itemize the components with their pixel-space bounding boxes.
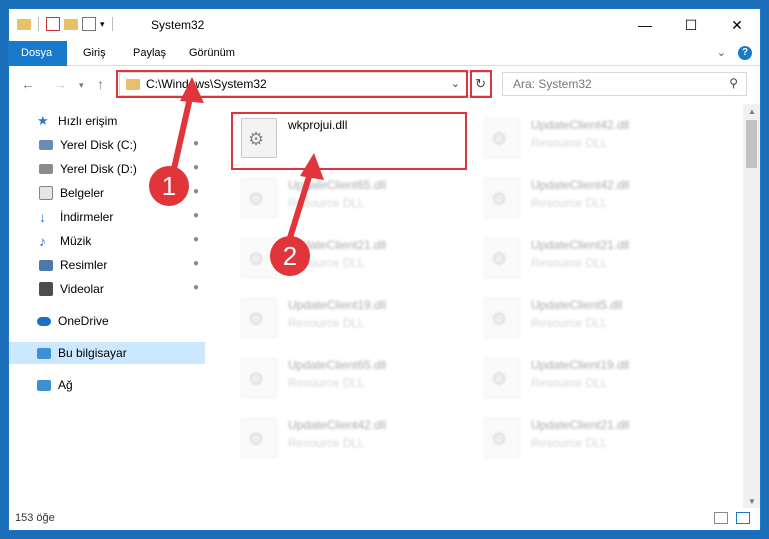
arrow-2-shaft — [286, 166, 315, 242]
arrow-2-head — [300, 153, 324, 180]
annotation-badge-2: 2 — [270, 236, 310, 276]
annotation-badge-1: 1 — [149, 166, 189, 206]
arrow-1-head — [180, 77, 204, 103]
explorer-window: ▾ System32 — ☐ ✕ Dosya Giriş Paylaş Görü… — [9, 9, 760, 530]
annotation-arrows — [168, 77, 324, 242]
